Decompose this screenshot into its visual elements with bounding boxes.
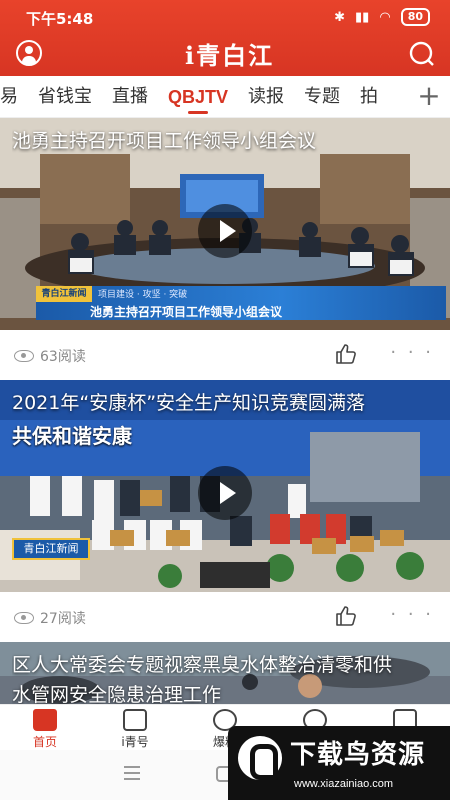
more-options-icon[interactable]: · · ·: [390, 604, 434, 625]
thumbs-up-icon[interactable]: [334, 342, 358, 366]
play-icon[interactable]: [198, 466, 252, 520]
home-icon: [33, 709, 57, 731]
nav-label: 首页: [32, 735, 57, 749]
video-thumbnail[interactable]: 池勇主持召开项目工作领导小组会议 青白江新闻 项目建设 · 攻坚 · 突破 池勇…: [0, 118, 450, 330]
watermark-logo-icon: [238, 736, 282, 780]
tab-topics[interactable]: 专题: [294, 76, 350, 117]
card-meta: 63阅读 · · ·: [0, 330, 450, 380]
tab-newspaper[interactable]: 读报: [238, 76, 294, 117]
thumbs-up-icon[interactable]: [334, 604, 358, 628]
play-icon[interactable]: [198, 204, 252, 258]
status-bar: 下午5:48 ✱ ▮▮ ◠ 80: [0, 0, 450, 34]
status-time: 下午5:48: [26, 10, 94, 28]
video-card[interactable]: 池勇主持召开项目工作领导小组会议 青白江新闻 项目建设 · 攻坚 · 突破 池勇…: [0, 118, 450, 380]
tab-qbjtv[interactable]: QBJTV: [158, 76, 238, 117]
card-meta: 27阅读 · · ·: [0, 592, 450, 642]
video-title-line2[interactable]: 水管网安全隐患治理工作: [12, 680, 438, 704]
view-count: 27阅读: [14, 608, 86, 628]
tab-live[interactable]: 直播: [102, 76, 158, 117]
video-title[interactable]: 2021年“安康杯”安全生产知识竞赛圆满落: [12, 388, 438, 415]
view-count-text: 63阅读: [40, 349, 86, 365]
app-header: 下午5:48 ✱ ▮▮ ◠ 80 i青白江: [0, 0, 450, 76]
more-options-icon[interactable]: · · ·: [390, 342, 434, 363]
view-count: 63阅读: [14, 346, 86, 366]
bookmark-icon: [123, 709, 147, 731]
video-card[interactable]: 2021年“安康杯”安全生产知识竞赛圆满落 共保和谐安康 青白江新闻 27阅读 …: [0, 380, 450, 642]
eye-icon: [14, 612, 34, 624]
news-caption-banner: 青白江新闻 项目建设 · 攻坚 · 突破 池勇主持召开项目工作领导小组会议: [36, 286, 446, 320]
nav-iqing[interactable]: i青号: [90, 705, 180, 750]
battery-indicator: 80: [400, 8, 430, 26]
tab-photo[interactable]: 拍: [350, 76, 388, 117]
video-thumbnail[interactable]: 区人大常委会专题视察黑臭水体整治清零和供 水管网安全隐患治理工作: [0, 642, 450, 704]
eye-icon: [14, 350, 34, 362]
signal-icon: ▮▮: [355, 9, 370, 25]
channel-chip: 青白江新闻: [12, 538, 90, 560]
tab-partial[interactable]: 易: [0, 76, 28, 117]
backdrop-text: 共保和谐安康: [12, 424, 132, 448]
channel-chip: 青白江新闻: [36, 286, 92, 302]
search-icon[interactable]: [408, 40, 434, 66]
nav-home[interactable]: 首页: [0, 705, 90, 750]
user-avatar-icon[interactable]: [16, 40, 42, 66]
add-channel-icon[interactable]: +: [408, 76, 450, 117]
wifi-icon: ◠: [379, 9, 391, 25]
video-thumbnail[interactable]: 2021年“安康杯”安全生产知识竞赛圆满落 共保和谐安康 青白江新闻: [0, 380, 450, 592]
site-watermark: 下载鸟资源 www.xiazainiao.com: [228, 726, 450, 800]
watermark-title: 下载鸟资源: [290, 740, 426, 770]
video-title[interactable]: 池勇主持召开项目工作领导小组会议: [12, 126, 438, 153]
caption-subtitle: 项目建设 · 攻坚 · 突破: [98, 290, 188, 300]
caption-text: 池勇主持召开项目工作领导小组会议: [90, 305, 283, 319]
video-title[interactable]: 区人大常委会专题视察黑臭水体整治清零和供: [12, 650, 438, 677]
app-logo: i青白江: [185, 41, 275, 70]
view-count-text: 27阅读: [40, 611, 86, 627]
video-card[interactable]: 区人大常委会专题视察黑臭水体整治清零和供 水管网安全隐患治理工作: [0, 642, 450, 704]
menu-icon[interactable]: [124, 766, 140, 780]
tab-shengqianbao[interactable]: 省钱宝: [28, 76, 102, 117]
nav-label: i青号: [121, 735, 149, 749]
watermark-url: www.xiazainiao.com: [294, 778, 394, 790]
channel-tabs: 易 省钱宝 直播 QBJTV 读报 专题 拍 +: [0, 76, 450, 118]
bluetooth-icon: ✱: [334, 9, 346, 25]
status-icons: ✱ ▮▮ ◠ 80: [334, 8, 430, 26]
